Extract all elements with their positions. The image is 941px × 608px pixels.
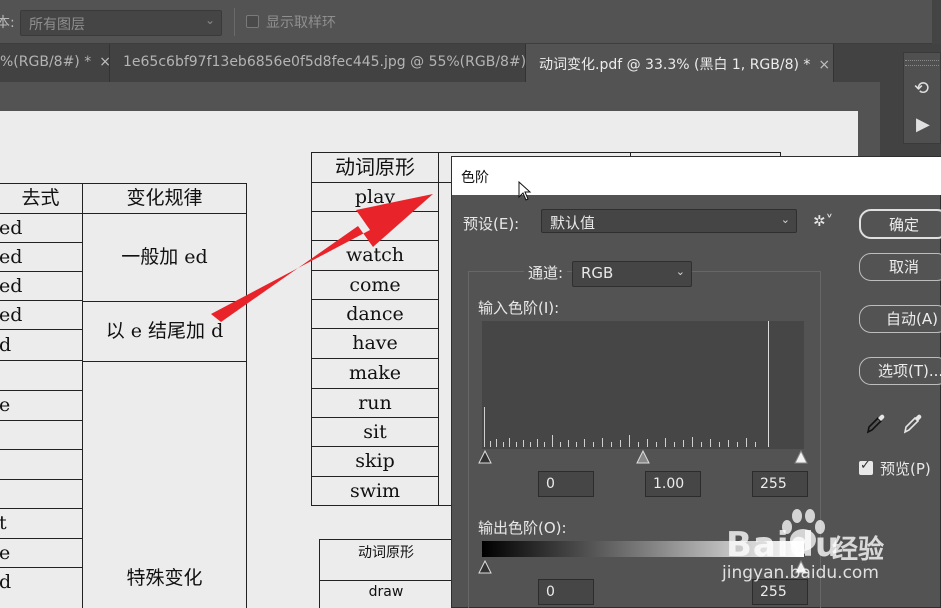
- sampling-ring-checkbox[interactable]: [246, 15, 259, 28]
- watermark-jingyan: 经验: [832, 535, 885, 565]
- watermark-url: jingyan.baidu.com: [722, 563, 879, 583]
- eyedropper-icon[interactable]: [865, 411, 887, 435]
- chevron-down-icon: ⌄: [675, 265, 685, 278]
- options-bar: 本: 所有图层 ⌄ 显示取样环: [0, 0, 941, 44]
- panel-edge: [932, 0, 941, 44]
- table-cell: watch: [311, 240, 439, 271]
- preset-select[interactable]: 默认值 ⌄: [541, 209, 797, 233]
- table-header-cell: 动词原形: [311, 152, 439, 183]
- black-point-handle: [478, 449, 492, 464]
- panel-grip[interactable]: [905, 60, 939, 66]
- photoshop-window: 本: 所有图层 ⌄ 显示取样环 %(RGB/8#) * × 1e65c6bf97f…: [0, 0, 941, 608]
- table-cell: e: [0, 538, 83, 568]
- input-white-field[interactable]: 255: [752, 471, 808, 497]
- chevron-down-icon: ⌄: [204, 13, 215, 27]
- output-black-handle: [478, 559, 492, 574]
- tab-label: 动词变化.pdf @ 33.3% (黑白 1, RGB/8) *: [539, 57, 811, 73]
- cancel-button[interactable]: 取消: [859, 253, 941, 281]
- play-icon[interactable]: ▶: [916, 114, 930, 135]
- table-cell: dance: [311, 299, 439, 329]
- table-cell: [0, 420, 83, 450]
- gear-icon[interactable]: ✲˅: [813, 212, 833, 230]
- baidu-watermark: Baidu 经验 jingyan.baidu.com: [716, 495, 941, 595]
- input-levels-slider[interactable]: [478, 449, 810, 465]
- document-tab-bar: %(RGB/8#) * × 1e65c6bf97f13eb6856e0f5d8fe…: [0, 44, 880, 82]
- table-cell: sit: [311, 417, 439, 447]
- layer-sample-select[interactable]: 所有图层 ⌄: [20, 10, 222, 36]
- table-header-cell: 动词原形: [319, 539, 453, 581]
- table-cell: have: [311, 328, 439, 359]
- table-header-cell: 变化规律: [82, 183, 247, 214]
- tab-pdf-document[interactable]: 动词变化.pdf @ 33.3% (黑白 1, RGB/8) * ×: [526, 44, 834, 82]
- input-black-field[interactable]: 0: [538, 471, 594, 497]
- toolbar-divider: [234, 8, 235, 36]
- preset-label: 预设(E):: [463, 215, 520, 233]
- table-cell: come: [311, 270, 439, 300]
- layer-sample-value: 所有图层: [29, 17, 85, 33]
- table-cell: [0, 479, 83, 509]
- auto-button[interactable]: 自动(A): [859, 305, 941, 333]
- table-cell: swim: [311, 476, 439, 506]
- chevron-down-icon: ⌄: [780, 213, 790, 226]
- table-cell: t: [0, 508, 83, 539]
- sampling-ring-label: 显示取样环: [266, 15, 336, 31]
- options-button[interactable]: 选项(T)...: [859, 357, 941, 385]
- channel-label: 通道:: [524, 262, 568, 283]
- table-cell: draw: [319, 580, 453, 608]
- close-icon[interactable]: ×: [99, 54, 109, 70]
- preview-checkbox[interactable]: ✓: [859, 458, 873, 475]
- table-cell: ed: [0, 300, 83, 330]
- close-icon[interactable]: ×: [818, 57, 830, 73]
- table-cell: skip: [311, 446, 439, 477]
- table-cell: run: [311, 388, 439, 418]
- white-point-handle: [794, 449, 808, 464]
- watermark-logo: Baidu: [726, 525, 841, 565]
- histogram: [482, 321, 804, 449]
- output-black-field[interactable]: 0: [538, 579, 594, 605]
- table-cell: ed: [0, 242, 83, 272]
- eyedropper-icon[interactable]: [902, 411, 924, 435]
- table-cell: t: [311, 211, 439, 241]
- channel-select[interactable]: RGB ⌄: [572, 261, 692, 287]
- input-gamma-field[interactable]: 1.00: [645, 471, 701, 497]
- table-cell: play: [311, 182, 439, 212]
- input-levels-label: 输入色阶(I):: [478, 299, 560, 317]
- table-cell: [0, 449, 83, 480]
- tab-label: %(RGB/8#) *: [0, 54, 92, 70]
- tab-jpg-document[interactable]: 1e65c6bf97f13eb6856e0f5d8fec445.jpg @ 55…: [110, 44, 526, 82]
- table-cell: d: [0, 567, 83, 608]
- table-column: [438, 182, 452, 506]
- gamma-handle: [636, 449, 650, 464]
- channel-value: RGB: [581, 264, 614, 282]
- table-cell: ed: [0, 271, 83, 301]
- table-cell: 特殊变化: [82, 361, 247, 608]
- table-cell: ed: [0, 213, 83, 243]
- checkbox-icon: ✓: [860, 458, 871, 473]
- output-levels-label: 输出色阶(O):: [478, 519, 567, 537]
- history-icon[interactable]: ⟲: [914, 78, 929, 99]
- table-header-cell: 去式: [0, 183, 83, 214]
- dialog-title: 色阶: [461, 170, 489, 186]
- table-cell: make: [311, 358, 439, 389]
- table-cell: e: [0, 390, 83, 421]
- sample-label: 本:: [0, 15, 15, 31]
- tab-rgb-document[interactable]: %(RGB/8#) * ×: [0, 44, 110, 82]
- table-cell: 以 e 结尾加 d: [82, 301, 247, 362]
- tab-label: 1e65c6bf97f13eb6856e0f5d8fec445.jpg @ 55…: [123, 54, 526, 70]
- preset-value: 默认值: [550, 214, 596, 232]
- histogram-graph: [484, 321, 769, 447]
- table-cell: d: [0, 329, 83, 361]
- table-cell: [0, 360, 83, 391]
- cursor-icon: [518, 181, 532, 201]
- preview-label: 预览(P): [880, 460, 931, 478]
- ok-button[interactable]: 确定: [859, 209, 941, 239]
- table-cell: 一般加 ed: [82, 213, 247, 302]
